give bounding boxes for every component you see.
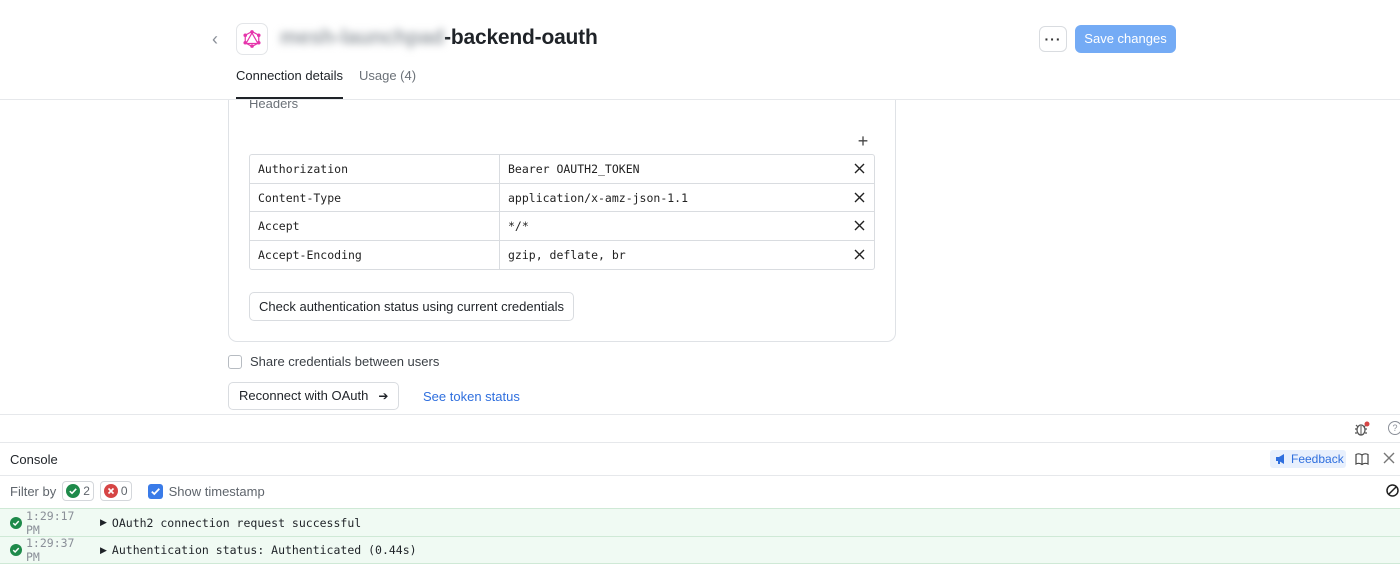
table-row: Accept */* <box>250 212 874 241</box>
expand-triangle-icon[interactable]: ▶ <box>100 517 107 528</box>
log-timestamp: 1:29:37 PM <box>26 536 75 564</box>
success-check-icon <box>10 516 22 529</box>
back-chevron-icon[interactable]: ‹ <box>212 30 228 48</box>
log-entry[interactable]: 1:29:37 PM ▶ Authentication status: Auth… <box>0 536 1400 564</box>
share-credentials-option[interactable]: Share credentials between users <box>228 354 439 369</box>
feedback-button[interactable]: Feedback <box>1270 450 1346 468</box>
toolbar-divider <box>0 414 1400 415</box>
show-timestamp-label: Show timestamp <box>168 483 265 499</box>
reconnect-oauth-button[interactable]: Reconnect with OAuth ➔ <box>228 382 399 410</box>
expand-triangle-icon[interactable]: ▶ <box>100 545 107 556</box>
see-token-status-link[interactable]: See token status <box>423 389 520 404</box>
error-count: 0 <box>120 484 128 498</box>
table-row: Content-Type application/x-amz-json-1.1 <box>250 183 874 212</box>
tab-connection-details[interactable]: Connection details <box>236 68 343 99</box>
title-suffix: -backend-oauth <box>444 26 598 49</box>
debug-bug-icon[interactable] <box>1354 421 1370 437</box>
share-credentials-checkbox[interactable] <box>228 354 242 369</box>
filter-bar: Filter by 2 0 Show timestamp <box>10 481 265 501</box>
check-circle-icon <box>66 484 81 498</box>
table-row: Authorization Bearer OAUTH2_TOKEN <box>250 155 874 184</box>
title-redacted: mesh-launchpad <box>280 26 445 49</box>
feedback-label: Feedback <box>1291 452 1344 466</box>
success-check-icon <box>10 544 22 556</box>
remove-header-icon[interactable] <box>844 155 874 183</box>
arrow-right-icon: ➔ <box>378 389 389 403</box>
add-header-icon[interactable]: + <box>855 132 871 150</box>
header-value-input[interactable]: Bearer OAUTH2_TOKEN <box>500 155 844 183</box>
console-top-divider <box>0 442 1400 443</box>
filter-label: Filter by <box>10 483 57 499</box>
check-auth-status-button[interactable]: Check authentication status using curren… <box>249 292 574 321</box>
filter-success-button[interactable]: 2 <box>62 481 94 501</box>
page-title: mesh-launchpad -backend-oauth <box>280 26 598 50</box>
table-row: Accept-Encoding gzip, deflate, br <box>250 240 874 270</box>
save-changes-button[interactable]: Save changes <box>1075 25 1176 53</box>
header-value-input[interactable]: application/x-amz-json-1.1 <box>500 184 844 212</box>
share-credentials-label: Share credentials between users <box>250 354 440 369</box>
tab-console[interactable]: Console <box>10 452 58 467</box>
header-key-input[interactable]: Accept-Encoding <box>250 240 500 269</box>
header-key-input[interactable]: Authorization <box>250 155 500 183</box>
close-console-icon[interactable] <box>1383 452 1397 466</box>
more-options-button[interactable]: ··· <box>1039 26 1067 52</box>
header-value-input[interactable]: gzip, deflate, br <box>500 241 844 270</box>
log-timestamp: 1:29:17 PM <box>26 508 75 537</box>
log-message: Authentication status: Authenticated (0.… <box>111 543 417 557</box>
success-count: 2 <box>83 484 90 498</box>
remove-header-icon[interactable] <box>844 212 874 240</box>
console-tab-divider <box>0 475 1400 476</box>
show-timestamp-checkbox[interactable] <box>147 483 163 499</box>
tab-usage[interactable]: Usage (4) <box>359 68 416 99</box>
header-background <box>0 68 1400 99</box>
help-icon[interactable]: ? <box>1388 421 1400 435</box>
remove-header-icon[interactable] <box>844 184 874 212</box>
header-key-input[interactable]: Accept <box>250 212 500 240</box>
log-message: OAuth2 connection request successful <box>111 515 362 530</box>
megaphone-icon <box>1276 454 1284 464</box>
tab-bar: Connection details Usage (4) <box>236 68 416 99</box>
reconnect-label: Reconnect with OAuth <box>239 388 369 403</box>
filter-error-button[interactable]: 0 <box>99 481 132 501</box>
graphql-icon <box>236 23 268 55</box>
log-entry[interactable]: 1:29:17 PM ▶ OAuth2 connection request s… <box>0 508 1400 537</box>
remove-header-icon[interactable] <box>844 241 874 270</box>
clear-console-icon[interactable] <box>1386 484 1400 498</box>
error-circle-icon <box>103 484 118 498</box>
header-divider <box>0 99 1400 100</box>
docs-book-icon[interactable] <box>1355 452 1369 466</box>
header-value-input[interactable]: */* <box>500 212 844 240</box>
header-key-input[interactable]: Content-Type <box>250 183 500 211</box>
headers-table: Authorization Bearer OAUTH2_TOKEN Conten… <box>249 154 875 270</box>
